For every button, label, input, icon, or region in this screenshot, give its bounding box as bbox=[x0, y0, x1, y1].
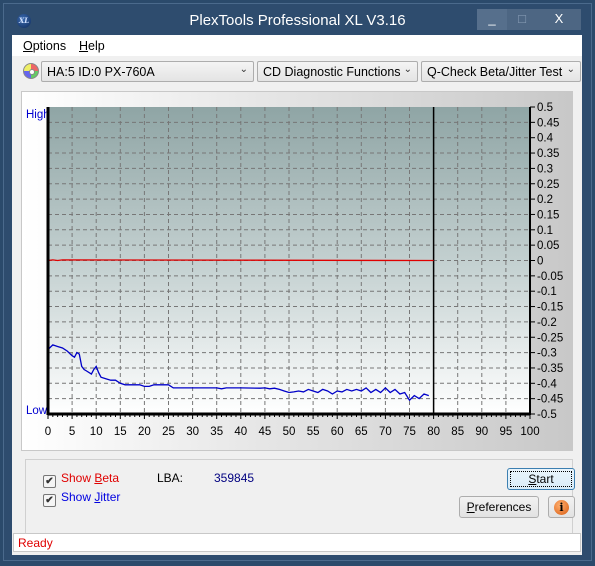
menu-bar: Options Help bbox=[12, 35, 582, 56]
x-tick-label: 5 bbox=[69, 426, 75, 438]
show-jitter-label: Show Jitter bbox=[61, 490, 121, 504]
maximize-button[interactable]: □ bbox=[507, 9, 537, 30]
preferences-label: references bbox=[474, 500, 532, 514]
close-button[interactable]: X bbox=[537, 9, 581, 30]
menu-help-label: elp bbox=[88, 39, 105, 53]
client-area: Options Help HA:5 ID:0 PX-760A ⌄ CD Diag… bbox=[12, 35, 582, 555]
y-tick-label: -0.35 bbox=[537, 363, 563, 375]
menu-options-label: ptions bbox=[32, 39, 67, 53]
controls-group: ✔ Show Beta ✔ Show Jitter LBA: 359845 Star… bbox=[25, 459, 575, 543]
status-bar: Ready bbox=[13, 533, 581, 552]
x-tick-label: 90 bbox=[475, 426, 488, 438]
y-tick-label: 0.15 bbox=[537, 209, 559, 221]
menu-options[interactable]: Options bbox=[23, 39, 66, 53]
x-tick-label: 20 bbox=[138, 426, 151, 438]
preferences-button[interactable]: Preferences bbox=[459, 496, 539, 518]
x-tick-label: 45 bbox=[259, 426, 272, 438]
x-tick-label: 85 bbox=[451, 426, 464, 438]
y-tick-label: -0.5 bbox=[537, 409, 557, 421]
checkbox-jitter[interactable]: ✔ bbox=[43, 494, 56, 507]
title-bar[interactable]: XL PlexTools Professional XL V3.16 _ □ X bbox=[4, 4, 591, 36]
test-select[interactable]: Q-Check Beta/Jitter Test ⌄ bbox=[421, 61, 581, 82]
y-tick-label: -0.05 bbox=[537, 271, 563, 283]
x-tick-label: 55 bbox=[307, 426, 320, 438]
cd-drive-icon bbox=[23, 63, 39, 79]
show-jitter-checkbox[interactable]: ✔ Show Jitter bbox=[43, 490, 120, 507]
drive-select-value: HA:5 ID:0 PX-760A bbox=[47, 65, 155, 79]
x-tick-label: 100 bbox=[520, 426, 539, 438]
x-tick-label: 30 bbox=[186, 426, 199, 438]
checkbox-beta[interactable]: ✔ bbox=[43, 475, 56, 488]
x-tick-label: 75 bbox=[403, 426, 416, 438]
function-select-value: CD Diagnostic Functions bbox=[263, 65, 401, 79]
y-tick-label: 0.25 bbox=[537, 179, 559, 191]
info-icon: i bbox=[554, 500, 569, 515]
y-tick-label: -0.1 bbox=[537, 286, 557, 298]
x-tick-label: 95 bbox=[500, 426, 513, 438]
lba-value: 359845 bbox=[214, 471, 255, 485]
minimize-button[interactable]: _ bbox=[477, 9, 507, 30]
x-tick-label: 65 bbox=[355, 426, 368, 438]
x-tick-label: 10 bbox=[90, 426, 103, 438]
drive-select[interactable]: HA:5 ID:0 PX-760A ⌄ bbox=[41, 61, 254, 82]
menu-help[interactable]: Help bbox=[79, 39, 105, 53]
chevron-down-icon: ⌄ bbox=[239, 64, 248, 75]
x-tick-label: 70 bbox=[379, 426, 392, 438]
y-tick-label: -0.2 bbox=[537, 317, 557, 329]
x-tick-label: 0 bbox=[45, 426, 51, 438]
series-line-beta bbox=[47, 259, 434, 262]
chevron-down-icon: ⌄ bbox=[566, 64, 575, 75]
show-beta-label: Show Beta bbox=[61, 471, 120, 485]
start-button[interactable]: Start bbox=[507, 468, 575, 490]
y-tick-label: -0.45 bbox=[537, 394, 563, 406]
y-tick-label: 0.4 bbox=[537, 133, 554, 145]
info-button[interactable]: i bbox=[548, 496, 575, 518]
menu-options-accel: O bbox=[23, 39, 33, 53]
y-tick-label: -0.3 bbox=[537, 348, 557, 360]
chevron-down-icon: ⌄ bbox=[403, 64, 412, 75]
preferences-accel: P bbox=[466, 500, 475, 514]
y-tick-label: 0.45 bbox=[537, 117, 559, 129]
y-tick-label: -0.25 bbox=[537, 332, 563, 344]
x-tick-label: 15 bbox=[114, 426, 127, 438]
y-tick-label: -0.4 bbox=[537, 378, 557, 390]
y-tick-label: 0.5 bbox=[537, 102, 553, 114]
x-tick-label: 60 bbox=[331, 426, 344, 438]
y-tick-label: -0.15 bbox=[537, 302, 563, 314]
y-tick-label: 0.2 bbox=[537, 194, 553, 206]
show-beta-checkbox[interactable]: ✔ Show Beta bbox=[43, 471, 119, 488]
chart-panel: High Low 0 5 10 15 20 25 30 35 40 45 50 55 60 65 70 75 8… bbox=[21, 91, 573, 451]
test-select-value: Q-Check Beta/Jitter Test bbox=[427, 65, 563, 79]
toolbar: HA:5 ID:0 PX-760A ⌄ CD Diagnostic Functi… bbox=[12, 57, 582, 85]
status-text: Ready bbox=[18, 536, 53, 550]
x-tick-label: 35 bbox=[210, 426, 223, 438]
app-window: XL PlexTools Professional XL V3.16 _ □ X… bbox=[3, 3, 592, 561]
y-tick-label: 0 bbox=[537, 256, 543, 268]
x-tick-label: 25 bbox=[162, 426, 175, 438]
y-tick-label: 0.3 bbox=[537, 163, 553, 175]
beta-jitter-chart: 0 5 10 15 20 25 30 35 40 45 50 55 60 65 70 75 80 85 90 95 10… bbox=[45, 102, 563, 438]
y-tick-label: 0.05 bbox=[537, 240, 559, 252]
x-tick-label: 40 bbox=[234, 426, 247, 438]
x-tick-label: 80 bbox=[427, 426, 440, 438]
lba-label: LBA: bbox=[157, 471, 184, 485]
y-tick-label: 0.1 bbox=[537, 225, 553, 237]
y-tick-label: 0.35 bbox=[537, 148, 559, 160]
menu-help-accel: H bbox=[79, 39, 89, 53]
x-tick-label: 50 bbox=[283, 426, 296, 438]
function-select[interactable]: CD Diagnostic Functions ⌄ bbox=[257, 61, 418, 82]
